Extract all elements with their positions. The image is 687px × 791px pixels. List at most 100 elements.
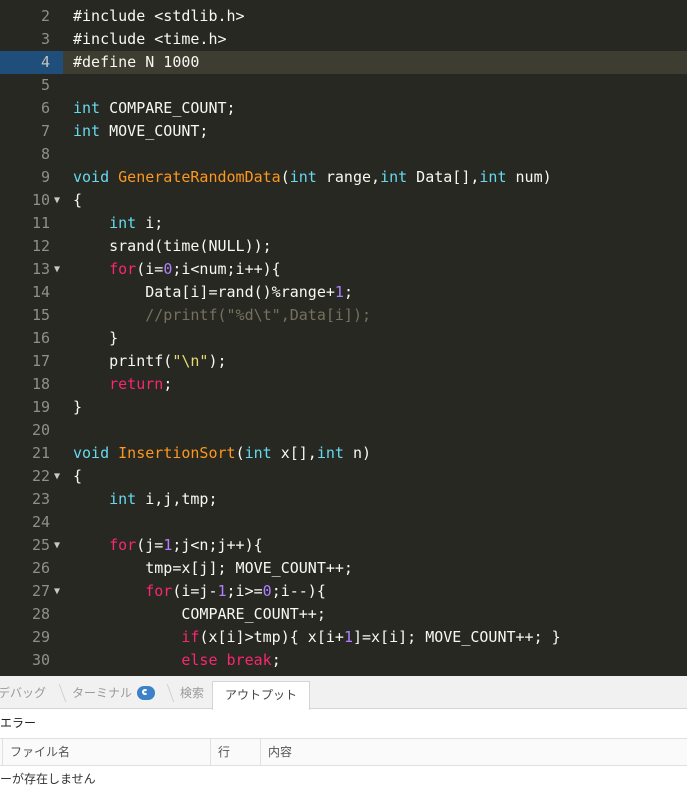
fold-arrow-icon[interactable]: ▼ xyxy=(54,189,64,212)
fold-arrow-icon[interactable]: ▼ xyxy=(54,580,64,603)
code-text: } xyxy=(73,329,119,347)
code-line[interactable]: 19} xyxy=(0,396,687,419)
line-number: 3 xyxy=(40,30,50,48)
code-text: if(x[i]>tmp){ x[i+1]=x[i]; MOVE_COUNT++;… xyxy=(181,628,561,646)
line-number: 10 xyxy=(31,191,50,209)
code-text: int MOVE_COUNT; xyxy=(73,122,209,140)
line-number: 30 xyxy=(31,651,50,669)
code-line[interactable]: 6 int COMPARE_COUNT; xyxy=(0,97,687,120)
code-text: { xyxy=(73,467,83,485)
fold-arrow-icon[interactable]: ▼ xyxy=(54,534,64,557)
panel-title: エラー xyxy=(0,716,37,730)
tab-terminal[interactable]: ターミナル xyxy=(72,682,156,708)
tab-terminal-label: ターミナル xyxy=(72,686,133,700)
line-number: 26 xyxy=(31,559,50,577)
code-line[interactable]: 24 xyxy=(0,511,687,534)
line-number: 21 xyxy=(31,444,50,462)
line-number: 25 xyxy=(31,536,50,554)
code-text: for(j=1;j<n;j++){ xyxy=(109,536,263,554)
tab-debug[interactable]: デバッグ xyxy=(0,682,46,708)
code-text: printf("\n"); xyxy=(73,352,227,370)
line-number: 16 xyxy=(31,329,50,347)
bottom-panel: デバッグ ターミナル 検索 アウトプット エラー ファイル名 行 内容 ーが存在… xyxy=(0,676,687,791)
tab-search[interactable]: 検索 xyxy=(180,682,204,708)
code-line[interactable]: 14 Data[i]=rand()%range+1; xyxy=(0,281,687,304)
fold-arrow-icon[interactable]: ▼ xyxy=(54,258,64,281)
code-line[interactable]: 16 } xyxy=(0,327,687,350)
code-line[interactable]: 3 #include <time.h> xyxy=(0,28,687,51)
code-line[interactable]: 17 printf("\n"); xyxy=(0,350,687,373)
code-text: return; xyxy=(109,375,173,393)
column-content[interactable]: 内容 xyxy=(258,739,292,765)
code-line[interactable]: 15 //printf("%d\t",Data[i]); xyxy=(0,304,687,327)
code-line[interactable]: 18 return; xyxy=(0,373,687,396)
code-text: for(i=j-1;i>=0;i--){ xyxy=(145,582,326,600)
code-line[interactable]: 10 ▼ { xyxy=(0,189,687,212)
code-line[interactable]: 22 ▼ { xyxy=(0,465,687,488)
code-text: else break; xyxy=(181,651,281,669)
line-number: 11 xyxy=(31,214,50,232)
code-line[interactable]: 20 xyxy=(0,419,687,442)
line-number: 15 xyxy=(31,306,50,324)
line-number: 17 xyxy=(31,352,50,370)
code-text: #include <time.h> xyxy=(73,30,227,48)
line-number: 18 xyxy=(31,375,50,393)
code-line[interactable]: 26 tmp=x[j]; MOVE_COUNT++; xyxy=(0,557,687,580)
code-line[interactable]: 5 xyxy=(0,74,687,97)
code-line[interactable]: 23 int i,j,tmp; xyxy=(0,488,687,511)
line-number: 4 xyxy=(40,53,50,71)
code-line[interactable]: 13 ▼ for(i=0;i<num;i++){ xyxy=(0,258,687,281)
code-line[interactable]: 30 else break; xyxy=(0,649,687,672)
code-line[interactable]: 12 srand(time(NULL)); xyxy=(0,235,687,258)
code-editor[interactable]: 1▼#include <stdio.h>2#include <stdlib.h>… xyxy=(0,0,687,676)
code-line[interactable]: 28 COMPARE_COUNT++; xyxy=(0,603,687,626)
line-number: 12 xyxy=(31,237,50,255)
code-text: int i; xyxy=(109,214,164,232)
line-number: 28 xyxy=(31,605,50,623)
results-table-header: ファイル名 行 内容 xyxy=(0,738,687,766)
code-line[interactable]: 4 #define N 1000 xyxy=(0,51,687,74)
line-number: 2 xyxy=(40,7,50,25)
line-number: 13 xyxy=(31,260,50,278)
code-text: #define N 1000 xyxy=(73,53,200,71)
fold-arrow-icon[interactable]: ▼ xyxy=(54,465,64,488)
line-number: 20 xyxy=(31,421,50,439)
tab-separator xyxy=(166,684,175,702)
code-line[interactable]: 2 #include <stdlib.h> xyxy=(0,5,687,28)
line-number: 6 xyxy=(40,99,50,117)
refresh-icon[interactable] xyxy=(137,685,156,700)
tab-separator xyxy=(58,684,67,702)
code-line[interactable]: 9 void GenerateRandomData(int range,int D… xyxy=(0,166,687,189)
code-line[interactable]: 7 int MOVE_COUNT; xyxy=(0,120,687,143)
code-text: //printf("%d\t",Data[i]); xyxy=(145,306,372,324)
code-line[interactable]: 21 void InsertionSort(int x[],int n) xyxy=(0,442,687,465)
column-file[interactable]: ファイル名 xyxy=(0,739,70,765)
line-number: 29 xyxy=(31,628,50,646)
line-number: 7 xyxy=(40,122,50,140)
code-text: srand(time(NULL)); xyxy=(73,237,272,255)
code-line[interactable]: 27 ▼ for(i=j-1;i>=0;i--){ xyxy=(0,580,687,603)
code-text: } xyxy=(73,398,83,416)
code-line[interactable]: 25 ▼ for(j=1;j<n;j++){ xyxy=(0,534,687,557)
code-text: #include <stdlib.h> xyxy=(73,7,245,25)
code-text: Data[i]=rand()%range+1; xyxy=(73,283,353,301)
code-line[interactable]: 29 if(x[i]>tmp){ x[i+1]=x[i]; MOVE_COUNT… xyxy=(0,626,687,649)
column-line[interactable]: 行 xyxy=(208,739,230,765)
line-number: 14 xyxy=(31,283,50,301)
code-line[interactable]: 11 int i; xyxy=(0,212,687,235)
code-text: { xyxy=(73,191,83,209)
tab-output[interactable]: アウトプット xyxy=(212,681,311,710)
code-text: void GenerateRandomData(int range,int Da… xyxy=(73,168,552,186)
code-text: COMPARE_COUNT++; xyxy=(73,605,326,623)
line-number: 23 xyxy=(31,490,50,508)
line-number: 27 xyxy=(31,582,50,600)
panel-tab-bar: デバッグ ターミナル 検索 アウトプット xyxy=(0,676,687,710)
code-text: for(i=0;i<num;i++){ xyxy=(109,260,281,278)
status-message: ーが存在しません xyxy=(0,772,96,786)
line-number: 19 xyxy=(31,398,50,416)
code-line[interactable]: 8 xyxy=(0,143,687,166)
code-text: int i,j,tmp; xyxy=(109,490,218,508)
line-number: 9 xyxy=(40,168,50,186)
code-text: tmp=x[j]; MOVE_COUNT++; xyxy=(73,559,353,577)
code-text: int COMPARE_COUNT; xyxy=(73,99,236,117)
